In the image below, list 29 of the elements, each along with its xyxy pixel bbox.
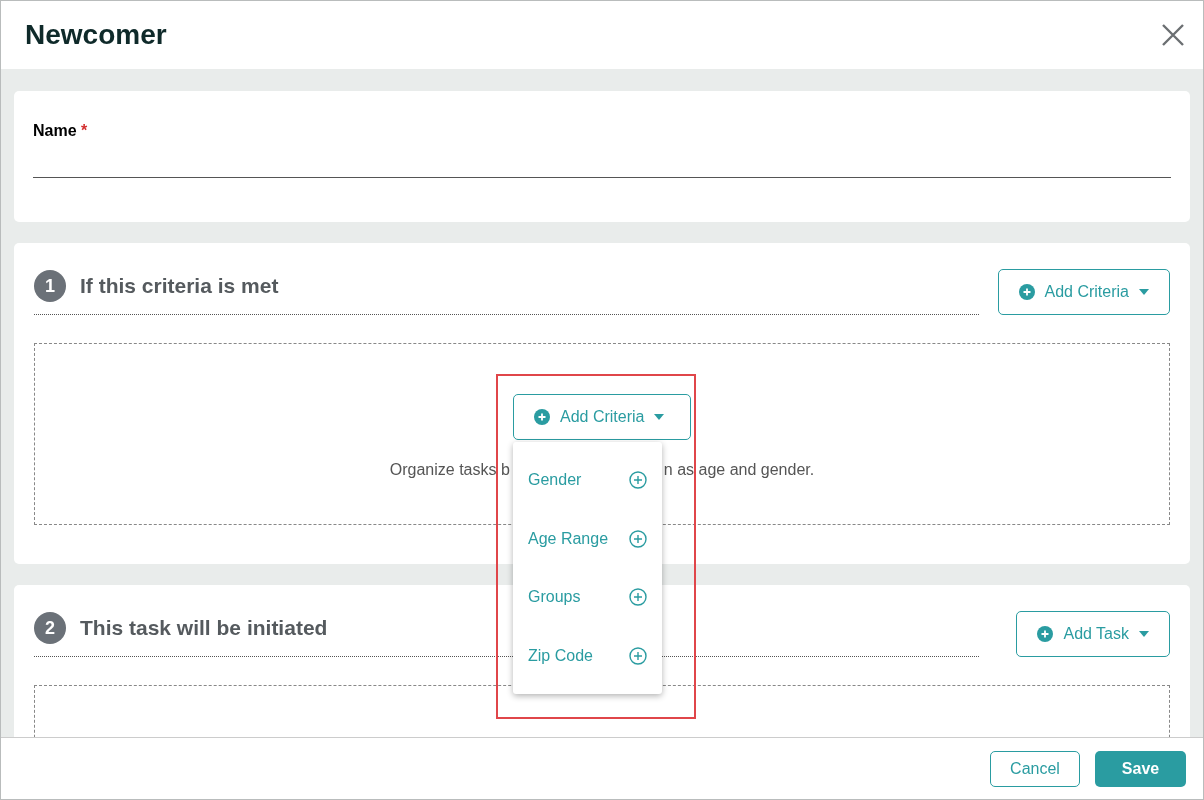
step-number: 1 [34,270,66,302]
add-dropdown-button[interactable]: Add Task [1016,611,1170,657]
hint-text: n as age and gender. [663,460,815,480]
caret-icon [1139,631,1149,637]
section-title: If this criteria is met [80,273,279,300]
menu-item[interactable]: Age Range [513,509,662,568]
plus-circle-icon [629,646,647,665]
add-dropdown-button[interactable]: Add Criteria [997,269,1170,315]
plus-circle-icon [629,588,647,607]
caret-icon [1139,289,1149,295]
plus-circle-icon [534,409,550,425]
menu-item[interactable]: Groups [513,568,662,627]
plus-circle-icon [1037,626,1054,642]
hint-text: Organize tasks b [389,460,510,480]
plus-circle-icon [629,471,647,490]
name-field[interactable]: Name * [33,119,1171,178]
dialog-title: Newcomer [25,18,167,52]
cancel-button[interactable]: Cancel [990,750,1080,787]
field-label: Name * [33,122,88,139]
step-number: 2 [34,612,66,644]
close-icon[interactable] [1161,23,1185,47]
menu-item[interactable]: Gender [513,451,662,510]
menu-item[interactable]: Zip Code [513,626,662,685]
plus-circle-icon [629,529,647,548]
plus-circle-icon [1018,284,1035,300]
save-button[interactable]: Save [1095,750,1186,787]
add-dropdown-button[interactable]: Add Criteria [513,394,691,440]
caret-icon [654,414,665,420]
section-title: This task will be initiated [80,615,328,642]
